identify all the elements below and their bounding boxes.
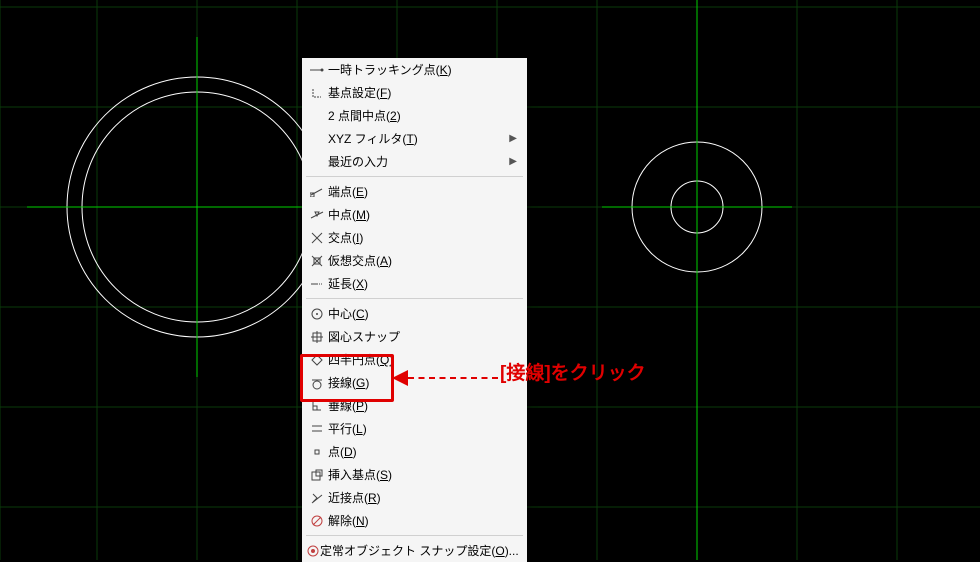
menu-label: 延長(X) [328, 275, 517, 292]
menu-label: 基点設定(F) [328, 84, 517, 101]
center-icon [306, 307, 328, 321]
menu-separator [306, 535, 523, 536]
menu-item-recent[interactable]: 最近の入力 ▶ [302, 150, 527, 173]
menu-label: 平行(L) [328, 420, 517, 437]
menu-item-nearest[interactable]: 近接点(R) [302, 486, 527, 509]
menu-label: 一時トラッキング点(K) [328, 61, 517, 78]
menu-label: 垂線(P) [328, 397, 517, 414]
menu-label: 四半円点(Q) [328, 351, 517, 368]
menu-label: XYZ フィルタ(T) [328, 130, 509, 147]
perpendicular-icon [306, 399, 328, 413]
none-icon [306, 514, 328, 528]
apparent-icon [306, 254, 328, 268]
menu-item-tracking-point[interactable]: 一時トラッキング点(K) [302, 58, 527, 81]
annotation-arrow [392, 370, 498, 386]
nearest-icon [306, 491, 328, 505]
node-icon [306, 445, 328, 459]
menu-item-mid2[interactable]: 2 点間中点(2) [302, 104, 527, 127]
osnap-settings-icon [306, 544, 320, 558]
right-crosshair [602, 112, 792, 302]
parallel-icon [306, 423, 328, 435]
midpoint-icon [306, 210, 328, 220]
menu-label: 点(D) [328, 443, 517, 460]
menu-item-midpoint[interactable]: 中点(M) [302, 203, 527, 226]
arrow-head-icon [392, 370, 408, 386]
centroid-icon [306, 330, 328, 344]
menu-item-none[interactable]: 解除(N) [302, 509, 527, 532]
menu-item-extension[interactable]: 延長(X) [302, 272, 527, 295]
menu-item-quadrant[interactable]: 四半円点(Q) [302, 348, 527, 371]
menu-item-center[interactable]: 中心(C) [302, 302, 527, 325]
osnap-context-menu: 一時トラッキング点(K) 基点設定(F) 2 点間中点(2) XYZ フィルタ(… [302, 58, 527, 562]
tangent-icon [306, 376, 328, 390]
annotation-text: [接線]をクリック [500, 358, 646, 385]
menu-item-base-point[interactable]: 基点設定(F) [302, 81, 527, 104]
arrow-dash [408, 377, 498, 379]
menu-item-osnap-settings[interactable]: 定常オブジェクト スナップ設定(O)... [302, 539, 527, 562]
menu-item-insert[interactable]: 挿入基点(S) [302, 463, 527, 486]
menu-label: 図心スナップ [328, 328, 517, 345]
menu-item-centroid[interactable]: 図心スナップ [302, 325, 527, 348]
extension-icon [306, 280, 328, 288]
menu-label: 解除(N) [328, 512, 517, 529]
menu-item-apparent[interactable]: 仮想交点(A) [302, 249, 527, 272]
menu-label: 近接点(R) [328, 489, 517, 506]
base-point-icon [306, 86, 328, 100]
menu-separator [306, 298, 523, 299]
menu-label: 2 点間中点(2) [328, 107, 517, 124]
menu-item-intersection[interactable]: 交点(I) [302, 226, 527, 249]
menu-separator [306, 176, 523, 177]
menu-item-perpendicular[interactable]: 垂線(P) [302, 394, 527, 417]
tracking-point-icon [306, 65, 328, 75]
submenu-arrow-icon: ▶ [509, 133, 517, 144]
menu-label: 挿入基点(S) [328, 466, 517, 483]
quadrant-icon [306, 353, 328, 367]
menu-item-parallel[interactable]: 平行(L) [302, 417, 527, 440]
intersection-icon [306, 231, 328, 245]
insert-icon [306, 468, 328, 482]
menu-label: 中点(M) [328, 206, 517, 223]
submenu-arrow-icon: ▶ [509, 156, 517, 167]
menu-item-endpoint[interactable]: 端点(E) [302, 180, 527, 203]
menu-label: 交点(I) [328, 229, 517, 246]
menu-label: 定常オブジェクト スナップ設定(O)... [320, 542, 519, 559]
menu-label: 端点(E) [328, 183, 517, 200]
menu-label: 中心(C) [328, 305, 517, 322]
menu-item-xyz-filter[interactable]: XYZ フィルタ(T) ▶ [302, 127, 527, 150]
endpoint-icon [306, 187, 328, 197]
menu-label: 最近の入力 [328, 153, 509, 170]
menu-item-node[interactable]: 点(D) [302, 440, 527, 463]
menu-label: 仮想交点(A) [328, 252, 517, 269]
